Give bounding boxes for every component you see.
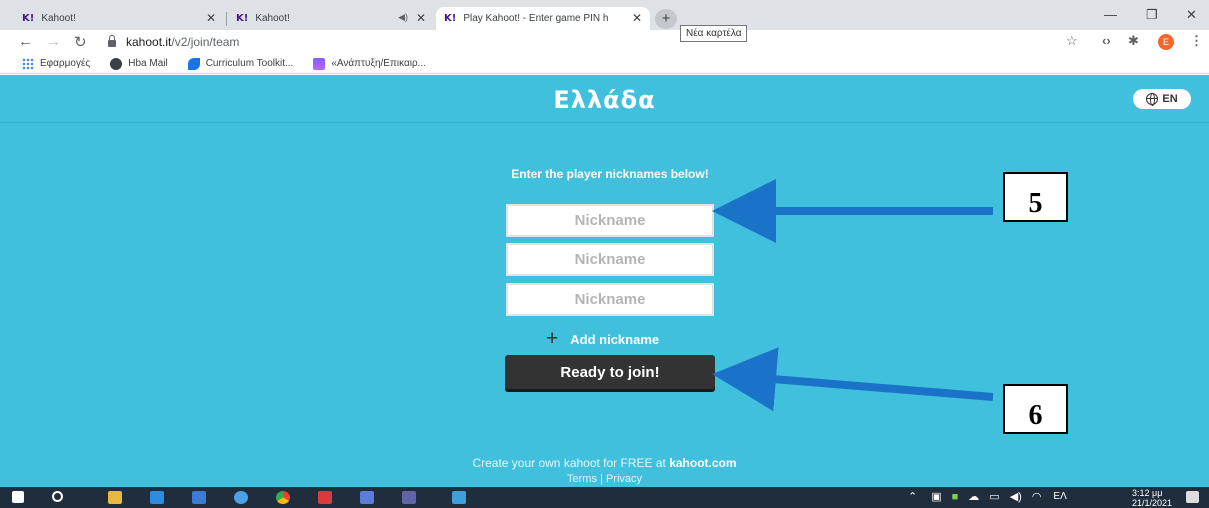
tab-label: Kahoot! [41,13,76,24]
tab-divider [226,12,227,26]
puzzle-extensions-icon[interactable]: ✱ [1128,33,1139,49]
nickname-instructions: Enter the player nicknames below! [511,167,709,181]
bookmark-star-icon[interactable]: ☆ [1066,33,1078,49]
language-selector-button[interactable]: EN [1133,89,1191,109]
nickname-input-1[interactable] [506,204,714,237]
privacy-link[interactable]: Privacy [606,473,642,485]
windows-start-icon[interactable] [12,491,24,503]
language-label: EN [1162,93,1178,105]
onedrive-icon[interactable]: ☁ [968,490,979,503]
url-path: /v2/join/team [171,34,240,49]
chevron-up-icon[interactable]: ⌃ [908,490,917,503]
restore-icon[interactable]: ❐ [1146,7,1158,23]
new-tab-button[interactable]: + [655,9,677,29]
system-tray: ⌃ ▣ ■ ☁ ▭ ◀) ◠ ΕΛ [908,490,1067,504]
bookmark-label: Curriculum Toolkit... [205,58,294,69]
annotation-callout-6: 6 [1003,384,1068,434]
terms-link[interactable]: Terms [567,473,597,485]
bookmarks-bar: Εφαρμογές Hba Mail Curriculum Toolkit...… [0,54,1209,74]
word-icon[interactable] [192,491,206,504]
tab-play-kahoot[interactable]: K! Play Kahoot! - Enter game PIN h ✕ [436,7,650,30]
kahoot-favicon-icon: K! [22,13,35,24]
volume-icon[interactable]: ◀) [1010,490,1022,503]
close-tab-icon[interactable]: ✕ [206,11,216,25]
plus-icon: + [546,327,559,350]
bookmark-apps[interactable]: Εφαρμογές [22,57,91,70]
extension-icon[interactable]: ‹› [1102,33,1111,48]
browser-toolbar: ← → ↻ kahoot.it/v2/join/team ☆ ‹› ✱ E ⋮ [0,30,1209,54]
add-nickname-button[interactable]: + Add nickname [546,327,660,350]
footer-links: Terms | Privacy [0,473,1209,485]
photos-icon[interactable] [452,491,466,504]
onenote-icon[interactable] [360,491,374,504]
search-icon[interactable] [52,491,63,502]
new-tab-tooltip: Νέα καρτέλα [680,25,748,42]
kahoot-favicon-icon: K! [444,13,457,24]
file-explorer-icon[interactable] [108,491,122,504]
clock-time: 3:12 μμ [1132,488,1163,498]
nickname-input-2[interactable] [506,243,714,276]
nickname-input-3[interactable] [506,283,714,316]
browser-tab-strip: K! Kahoot! ✕ K! Kahoot! ◀) ✕ K! Play Kah… [0,0,1209,42]
lock-icon [108,35,116,47]
teams-icon[interactable] [402,491,416,504]
tab-kahoot-2[interactable]: K! Kahoot! ◀) ✕ [228,7,434,30]
network-icon[interactable]: ▣ [931,490,941,503]
add-nickname-label: Add nickname [570,331,660,347]
bookmark-label: Εφαρμογές [40,58,91,69]
globe-app-icon[interactable] [234,491,248,504]
powerpoint-icon[interactable] [318,491,332,504]
bookmark-anaptyxi[interactable]: «Ανάπτυξη/Επικαιρ... [313,57,426,70]
page-header: Ελλάδα EN [0,75,1209,123]
close-window-icon[interactable]: ✕ [1186,7,1197,23]
back-arrow-icon[interactable]: ← [18,33,33,50]
footer-separator: | [600,473,603,485]
page-title: Ελλάδα [553,86,656,114]
globe-icon [1146,93,1159,106]
tab-kahoot-1[interactable]: K! Kahoot! ✕ [14,7,224,30]
bookmark-label: Hba Mail [128,58,168,69]
battery-icon[interactable]: ▭ [989,490,999,503]
menu-kebab-icon[interactable]: ⋮ [1190,33,1203,49]
doc-icon [313,57,326,70]
bookmark-curriculum-toolkit[interactable]: Curriculum Toolkit... [187,57,294,70]
footer-text: Create your own kahoot for FREE at [472,456,670,470]
tab-label: Kahoot! [255,13,290,24]
clock-date: 21/1/2021 [1132,498,1173,508]
url-host: kahoot.it [126,34,172,49]
close-tab-icon[interactable]: ✕ [416,11,426,25]
ready-to-join-button[interactable]: Ready to join! [505,355,715,389]
curriculum-icon [187,57,200,70]
tab-label: Play Kahoot! - Enter game PIN h [463,13,609,24]
mail-app-icon[interactable] [150,491,164,504]
forward-arrow-icon[interactable]: → [46,33,61,50]
bookmark-label: «Ανάπτυξη/Επικαιρ... [331,58,426,69]
apps-icon [22,57,34,70]
kahoot-favicon-icon: K! [236,13,249,24]
security-icon[interactable]: ■ [952,491,959,503]
reload-icon[interactable]: ↻ [74,33,87,51]
input-language[interactable]: ΕΛ [1053,491,1066,502]
windows-taskbar: ⌃ ▣ ■ ☁ ▭ ◀) ◠ ΕΛ 3:12 μμ 21/1/2021 [0,487,1209,508]
annotation-callout-5: 5 [1003,172,1068,222]
address-bar[interactable]: kahoot.it/v2/join/team [108,31,1068,52]
chrome-icon[interactable] [276,491,290,504]
taskbar-clock[interactable]: 3:12 μμ 21/1/2021 [1132,488,1172,508]
kahoot-com-link[interactable]: kahoot.com [669,456,736,470]
wifi-icon[interactable]: ◠ [1032,490,1042,503]
footer-promo: Create your own kahoot for FREE at kahoo… [0,456,1209,470]
notifications-icon[interactable] [1186,491,1199,503]
profile-avatar[interactable]: E [1158,34,1174,50]
speaker-icon[interactable]: ◀) [398,12,408,23]
minimize-icon[interactable]: — [1104,7,1117,22]
bookmark-hba-mail[interactable]: Hba Mail [110,57,168,70]
close-tab-icon[interactable]: ✕ [632,11,642,25]
mail-icon [110,57,123,70]
